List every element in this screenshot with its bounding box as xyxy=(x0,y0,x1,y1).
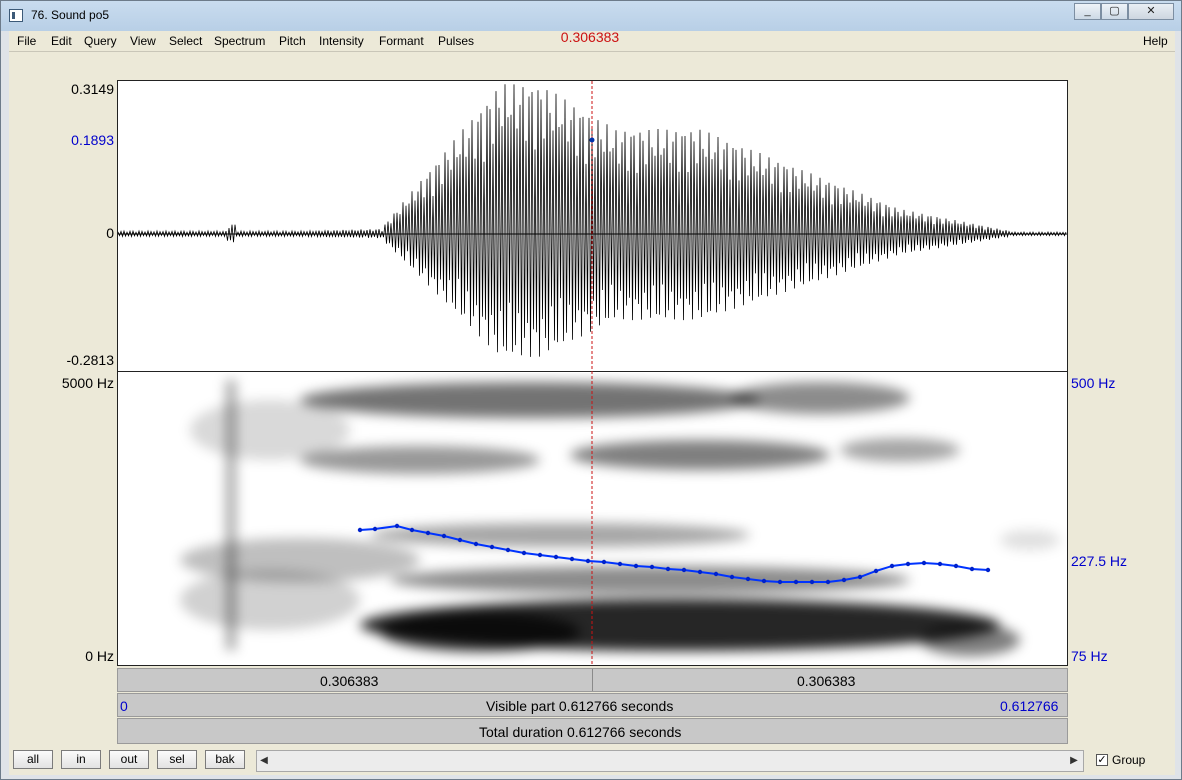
total-duration-bar[interactable]: Total duration 0.612766 seconds xyxy=(117,718,1068,744)
pitch-point xyxy=(569,556,575,562)
visible-end: 0.612766 xyxy=(1000,698,1059,714)
pitch-point xyxy=(777,579,783,585)
time-bar-left[interactable]: 0.306383 xyxy=(320,673,378,689)
pitch-point xyxy=(425,530,431,536)
pitch-point xyxy=(873,568,879,574)
pitch-point xyxy=(633,563,639,569)
pitch-point xyxy=(857,574,863,580)
pitch-point xyxy=(713,571,719,577)
pitch-point xyxy=(521,550,527,556)
visible-part-label: Visible part 0.612766 seconds xyxy=(486,698,674,714)
pitch-point xyxy=(841,577,847,583)
pitch-point xyxy=(953,563,959,569)
pitch-point xyxy=(489,544,495,550)
pitch-point xyxy=(793,579,799,585)
pitch-point xyxy=(505,547,511,553)
zoom-out-button[interactable]: out xyxy=(109,750,149,769)
pitch-point xyxy=(825,579,831,585)
pitch-point xyxy=(537,552,543,558)
time-selection-bar[interactable]: 0.306383 0.306383 xyxy=(117,668,1068,692)
pitch-point xyxy=(809,579,815,585)
pitch-point xyxy=(394,523,400,529)
pitch-point xyxy=(585,558,591,564)
pitch-point xyxy=(937,561,943,567)
waveform-image xyxy=(118,84,1067,357)
pitch-point xyxy=(889,563,895,569)
horizontal-scrollbar[interactable]: ◀ ▶ xyxy=(256,750,1084,772)
time-bar-right[interactable]: 0.306383 xyxy=(797,673,855,689)
pitch-point xyxy=(409,527,415,533)
spectrogram-image xyxy=(180,380,1060,656)
pitch-point xyxy=(761,578,767,584)
pitch-point xyxy=(601,559,607,565)
pitch-point xyxy=(697,569,703,575)
zoom-all-button[interactable]: all xyxy=(13,750,53,769)
pitch-point xyxy=(441,533,447,539)
pitch-point xyxy=(357,527,363,533)
pitch-point xyxy=(372,526,378,532)
pitch-point xyxy=(553,554,559,560)
total-duration-label: Total duration 0.612766 seconds xyxy=(479,724,682,740)
group-checkbox[interactable]: ✓ xyxy=(1096,754,1108,766)
pitch-point xyxy=(649,564,655,570)
pitch-point xyxy=(969,566,975,572)
visible-part-bar[interactable]: 0 Visible part 0.612766 seconds 0.612766 xyxy=(117,693,1068,717)
pitch-point xyxy=(905,561,911,567)
visible-start: 0 xyxy=(120,698,128,714)
pitch-point xyxy=(985,567,991,573)
scroll-left-icon[interactable]: ◀ xyxy=(258,753,270,769)
zoom-back-button[interactable]: bak xyxy=(205,750,245,769)
group-label: Group xyxy=(1112,753,1146,767)
pitch-point xyxy=(681,567,687,573)
pitch-point xyxy=(745,576,751,582)
zoom-selection-button[interactable]: sel xyxy=(157,750,197,769)
zoom-in-button[interactable]: in xyxy=(61,750,101,769)
scroll-right-icon[interactable]: ▶ xyxy=(1068,753,1080,769)
pitch-point xyxy=(617,561,623,567)
signal-graphics xyxy=(118,81,1067,665)
pitch-point xyxy=(457,537,463,543)
pitch-point xyxy=(921,560,927,566)
pitch-point xyxy=(665,566,671,572)
pitch-point xyxy=(729,574,735,580)
cursor-amplitude-marker xyxy=(589,137,595,143)
pitch-point xyxy=(473,541,479,547)
